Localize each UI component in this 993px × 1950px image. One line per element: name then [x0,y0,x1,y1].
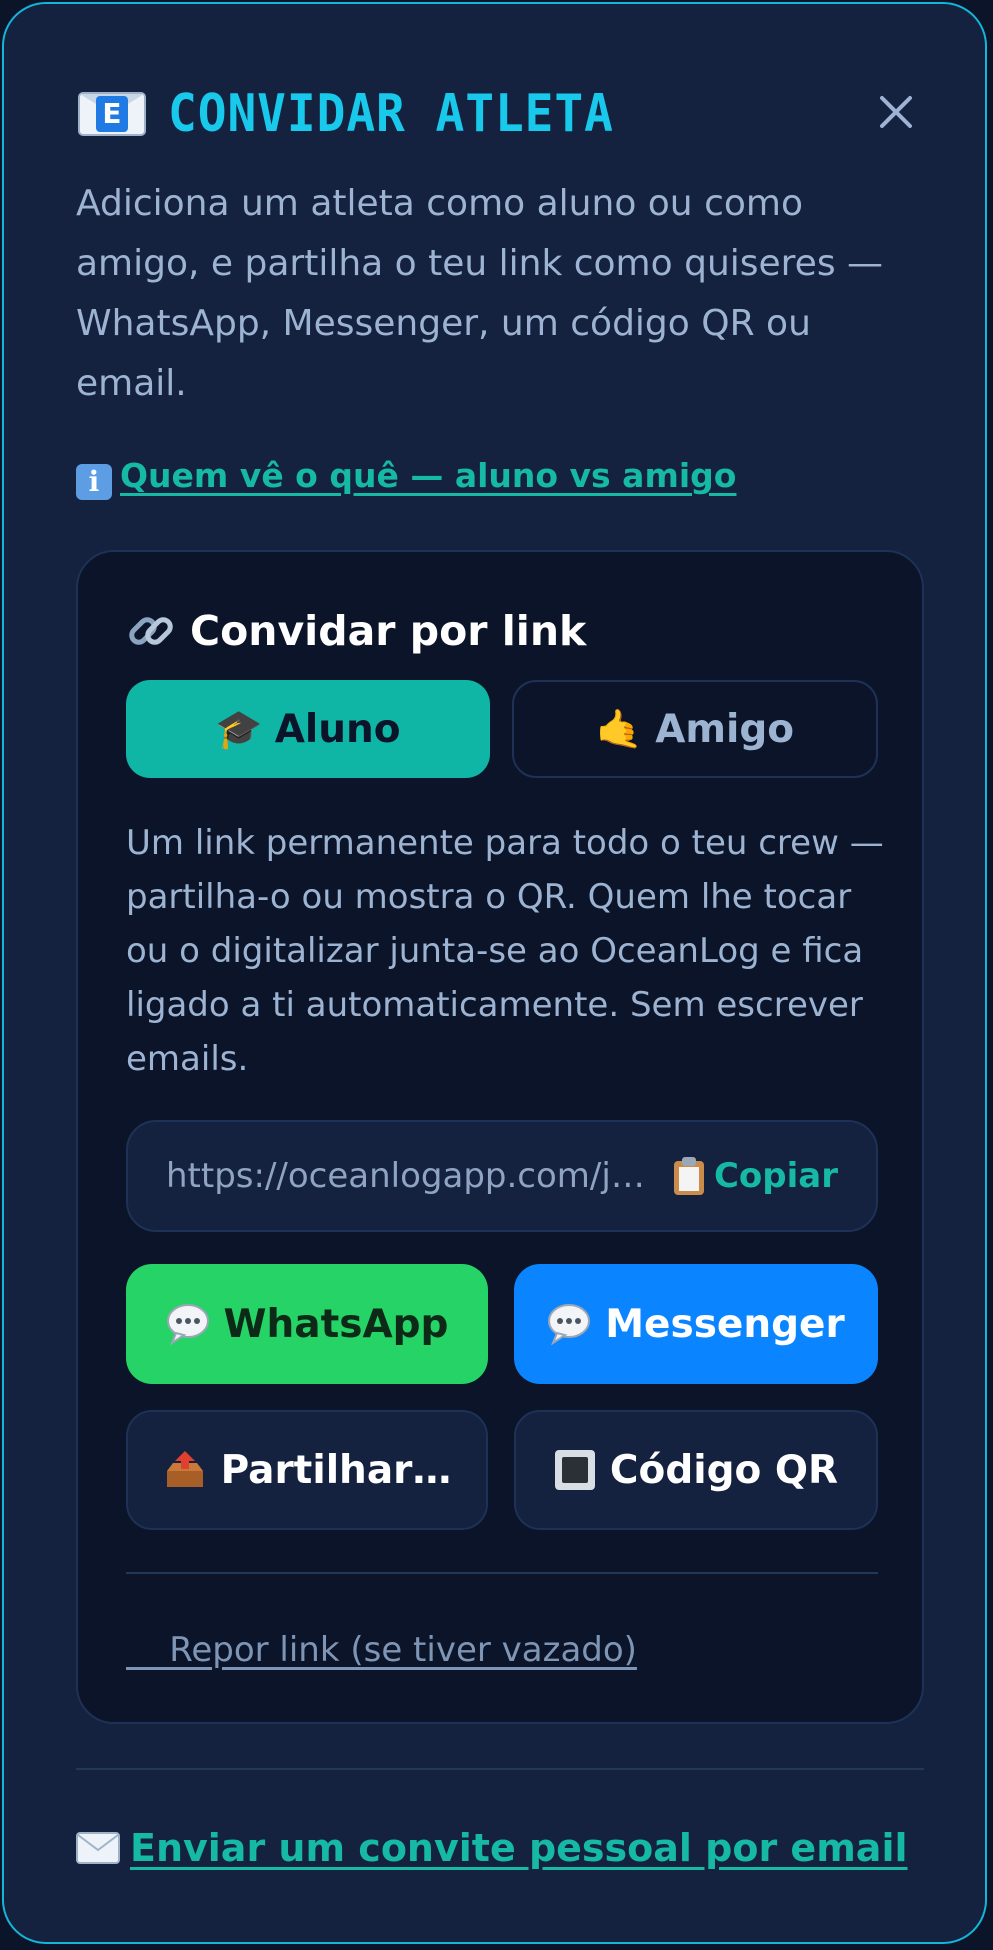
modal-header: E CONVIDAR ATLETA [76,84,653,144]
modal-title: CONVIDAR ATLETA [168,84,614,144]
intro-text: Adiciona um atleta como aluno ou como am… [76,183,884,404]
email-invite-link[interactable]: Enviar um convite pessoal por email [76,1826,908,1870]
envelope-icon: E [76,90,148,138]
speech-bubble-icon [547,1303,591,1345]
whatsapp-button[interactable]: WhatsApp [126,1264,488,1384]
copy-button[interactable]: Copiar [673,1156,838,1196]
clipboard-icon [673,1157,704,1195]
whatsapp-label: WhatsApp [223,1301,449,1347]
close-icon [880,96,912,128]
card-title-label: Convidar por link [190,607,587,655]
card-title: Convidar por link [126,606,586,656]
reset-link-button[interactable]: Repor link (se tiver vazado) [126,1630,637,1670]
invite-by-link-card: Convidar por link 🎓 Aluno 🤙 Amigo Um lin… [76,550,924,1724]
link-icon [126,606,176,656]
segment-amigo[interactable]: 🤙 Amigo [512,680,878,778]
invite-link-field[interactable]: https://oceanlogapp.com/j… Copiar [126,1120,878,1232]
messenger-button[interactable]: Messenger [514,1264,878,1384]
qr-code-label: Código QR [609,1447,839,1493]
speech-bubble-icon [166,1303,210,1345]
segment-aluno[interactable]: 🎓 Aluno [126,680,490,778]
who-sees-what-label: Quem vê o quê — aluno vs amigo [120,456,737,495]
close-button[interactable] [872,88,920,136]
card-divider [126,1572,878,1574]
segment-amigo-label: Amigo [655,706,795,752]
footer-divider [76,1768,924,1770]
copy-label: Copiar [713,1156,838,1196]
invite-link-url: https://oceanlogapp.com/j… [166,1156,645,1196]
qr-code-button[interactable]: Código QR [514,1410,878,1530]
outbox-tray-icon [163,1449,207,1491]
email-invite-label: Enviar um convite pessoal por email [130,1826,908,1870]
qr-square-icon [554,1449,596,1491]
call-me-hand-icon: 🤙 [595,706,644,751]
share-button[interactable]: Partilhar… [126,1410,488,1530]
who-sees-what-link[interactable]: i Quem vê o quê — aluno vs amigo [76,456,736,500]
link-description: Um link permanente para todo o teu crew … [126,823,884,1079]
segment-aluno-label: Aluno [274,706,401,752]
share-label: Partilhar… [220,1447,452,1493]
graduation-cap-icon: 🎓 [215,706,263,751]
envelope-icon [76,1832,120,1864]
invite-athlete-modal: E CONVIDAR ATLETA Adiciona um atleta com… [2,2,987,1944]
info-icon: i [76,464,112,500]
messenger-label: Messenger [605,1301,845,1347]
